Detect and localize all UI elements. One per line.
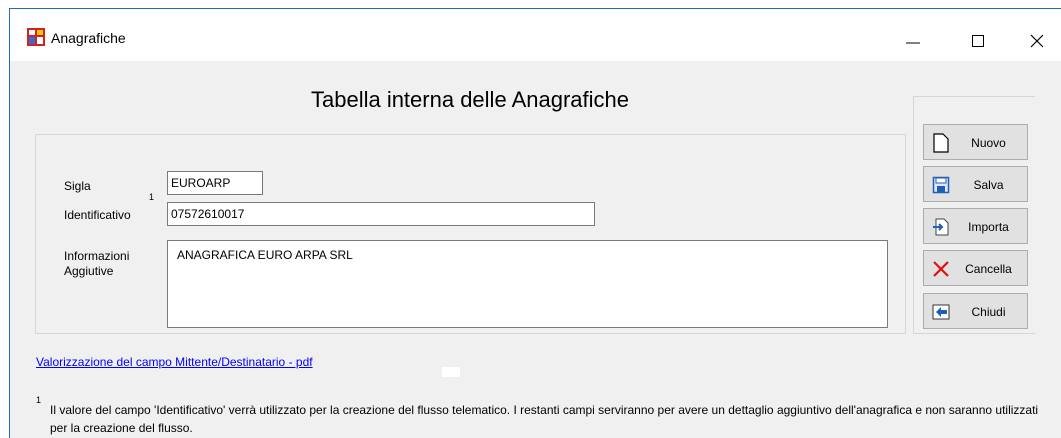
informazioni-label-line2: Aggiutive [64, 264, 114, 278]
mittente-destinatario-pdf-link[interactable]: Valorizzazione del campo Mittente/Destin… [36, 355, 313, 369]
sigla-label: Sigla [64, 179, 91, 193]
exit-arrow-icon [932, 302, 950, 322]
cancella-label: Cancella [965, 262, 1012, 276]
informazioni-textarea[interactable]: ANAGRAFICA EURO ARPA SRL [167, 240, 888, 328]
sigla-input[interactable]: EUROARP [167, 171, 263, 195]
blank-marker [442, 367, 460, 377]
footnote-text: Il valore del campo 'Identificativo' ver… [50, 403, 1039, 435]
chiudi-label: Chiudi [971, 305, 1006, 319]
informazioni-label-line1: Informazioni [64, 249, 130, 263]
maximize-icon [972, 35, 984, 47]
page-title: Tabella interna delle Anagrafiche [310, 87, 629, 112]
close-button[interactable] [1014, 22, 1060, 56]
minimize-icon [906, 42, 920, 44]
anagrafiche-app-icon [27, 28, 45, 46]
salva-label: Salva [973, 178, 1004, 192]
close-icon [1030, 34, 1044, 48]
cancella-button[interactable]: Cancella [923, 250, 1028, 286]
action-button-panel: Nuovo Salva Importa Cancella Chiudi [913, 96, 1035, 334]
anagrafica-form: Sigla EUROARP 1 Identificativo 075726100… [35, 134, 906, 334]
red-x-icon [932, 259, 950, 279]
new-document-icon [932, 133, 950, 153]
identificativo-label: Identificativo [64, 208, 131, 222]
import-icon [932, 217, 950, 237]
minimize-button[interactable] [890, 22, 936, 56]
importa-label: Importa [968, 220, 1009, 234]
window-title: Anagrafiche [51, 30, 126, 46]
maximize-button[interactable] [955, 22, 1001, 56]
identificativo-footnote-marker: 1 [149, 192, 155, 202]
importa-button[interactable]: Importa [923, 208, 1028, 244]
anagrafiche-window: Anagrafiche Tabella interna delle Anagra… [9, 8, 1061, 438]
chiudi-button[interactable]: Chiudi [923, 293, 1028, 329]
footnote-marker: 1 [36, 395, 42, 405]
nuovo-button[interactable]: Nuovo [923, 124, 1028, 160]
title-bar[interactable]: Anagrafiche [10, 9, 1061, 61]
salva-button[interactable]: Salva [923, 166, 1028, 202]
identificativo-input[interactable]: 07572610017 [167, 202, 595, 226]
nuovo-label: Nuovo [971, 136, 1006, 150]
floppy-disk-icon [932, 175, 950, 195]
